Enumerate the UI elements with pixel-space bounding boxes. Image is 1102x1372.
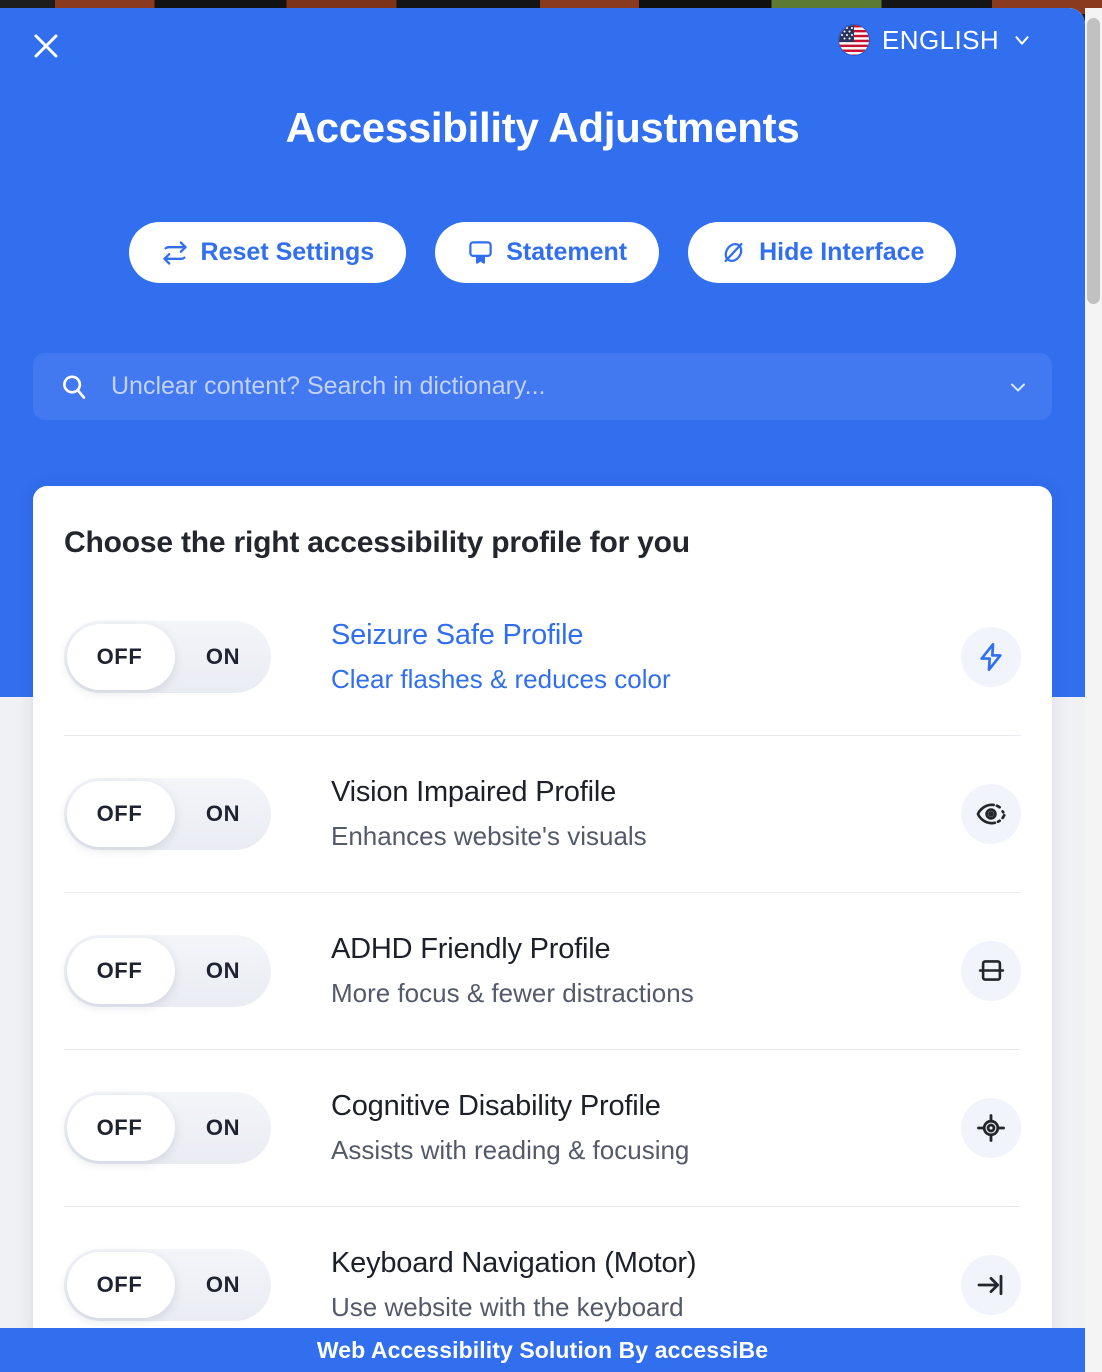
profile-name: Keyboard Navigation (Motor) <box>331 1246 697 1279</box>
search-icon <box>59 372 89 402</box>
profile-text: ADHD Friendly Profile More focus & fewer… <box>331 933 941 1009</box>
hide-interface-label: Hide Interface <box>759 238 925 266</box>
profile-text: Keyboard Navigation (Motor) Use website … <box>331 1247 941 1323</box>
profile-row[interactable]: OFF ON Keyboard Navigation (Motor) Use w… <box>33 1206 1052 1346</box>
chevron-down-icon[interactable] <box>1006 375 1030 399</box>
scrollbar-thumb[interactable] <box>1087 18 1100 304</box>
profile-description: Enhances website's visuals <box>331 820 647 851</box>
profile-name: Seizure Safe Profile <box>331 618 584 651</box>
reset-arrows-icon <box>161 239 189 267</box>
profile-description: Clear flashes & reduces color <box>331 663 671 694</box>
slashed-circle-icon <box>720 239 747 266</box>
toggle-off-label: OFF <box>96 957 143 983</box>
profile-row[interactable]: OFF ON Cognitive Disability Profile Assi… <box>33 1049 1052 1206</box>
crosshair-target-icon <box>961 1097 1021 1158</box>
hide-interface-button[interactable]: Hide Interface <box>688 222 957 283</box>
statement-button[interactable]: Statement <box>435 222 660 283</box>
us-flag-icon <box>838 24 871 56</box>
footer-bar: Web Accessibility Solution By accessiBe <box>0 1328 1085 1372</box>
dictionary-search-bar[interactable] <box>33 353 1052 420</box>
reset-settings-button[interactable]: Reset Settings <box>128 222 407 283</box>
toggle-on-label: ON <box>205 1114 241 1140</box>
profile-text: Seizure Safe Profile Clear flashes & red… <box>331 619 941 695</box>
accessibility-widget-panel: ENGLISH Accessibility Adjustments Reset … <box>0 8 1085 1372</box>
lightning-bolt-icon <box>961 626 1021 687</box>
close-icon <box>31 31 61 61</box>
toggle-on-label: ON <box>205 800 241 826</box>
language-selector[interactable]: ENGLISH <box>838 24 1033 56</box>
profile-row[interactable]: OFF ON ADHD Friendly Profile More focus … <box>33 892 1052 1049</box>
profile-row[interactable]: OFF ON Vision Impaired Profile Enhances … <box>33 735 1052 892</box>
profile-name: Vision Impaired Profile <box>331 775 617 808</box>
toggle-on-label: ON <box>205 643 241 669</box>
focus-band-icon <box>961 940 1021 1001</box>
toggle-off-label: OFF <box>96 1271 143 1297</box>
profile-description: Use website with the keyboard <box>331 1291 684 1322</box>
card-title: Choose the right accessibility profile f… <box>64 526 690 559</box>
page-title: Accessibility Adjustments <box>285 104 800 151</box>
profile-list: OFF ON Seizure Safe Profile Clear flashe… <box>33 578 1052 1346</box>
certificate-icon <box>467 239 494 266</box>
profiles-card: Choose the right accessibility profile f… <box>33 486 1052 1346</box>
toggle-off-label: OFF <box>96 800 143 826</box>
header-action-buttons: Reset Settings Statement Hide Interface <box>0 222 1085 283</box>
profile-text: Cognitive Disability Profile Assists wit… <box>331 1090 941 1166</box>
toggle-off-label: OFF <box>96 1114 143 1140</box>
page-scrollbar[interactable] <box>1085 8 1102 1372</box>
toggle-off-label: OFF <box>96 643 143 669</box>
profile-toggle[interactable]: OFF ON <box>64 1248 271 1321</box>
profile-description: Assists with reading & focusing <box>331 1134 690 1165</box>
profile-toggle[interactable]: OFF ON <box>64 1091 271 1164</box>
close-button[interactable] <box>22 22 70 70</box>
profile-toggle[interactable]: OFF ON <box>64 777 271 850</box>
profile-text: Vision Impaired Profile Enhances website… <box>331 776 941 852</box>
profile-name: Cognitive Disability Profile <box>331 1089 661 1122</box>
eye-icon <box>961 783 1021 844</box>
profile-description: More focus & fewer distractions <box>331 977 694 1008</box>
profile-toggle[interactable]: OFF ON <box>64 620 271 693</box>
statement-label: Statement <box>506 238 628 266</box>
search-input[interactable] <box>111 372 1006 401</box>
profile-row[interactable]: OFF ON Seizure Safe Profile Clear flashe… <box>33 578 1052 735</box>
profile-name: ADHD Friendly Profile <box>331 932 611 965</box>
footer-text: Web Accessibility Solution By accessiBe <box>316 1336 769 1363</box>
tab-arrow-icon <box>961 1254 1021 1315</box>
chevron-down-icon <box>1011 29 1033 51</box>
toggle-on-label: ON <box>205 1271 241 1297</box>
toggle-on-label: ON <box>205 957 241 983</box>
profile-toggle[interactable]: OFF ON <box>64 934 271 1007</box>
reset-settings-label: Reset Settings <box>200 238 375 266</box>
language-label: ENGLISH <box>882 25 999 55</box>
